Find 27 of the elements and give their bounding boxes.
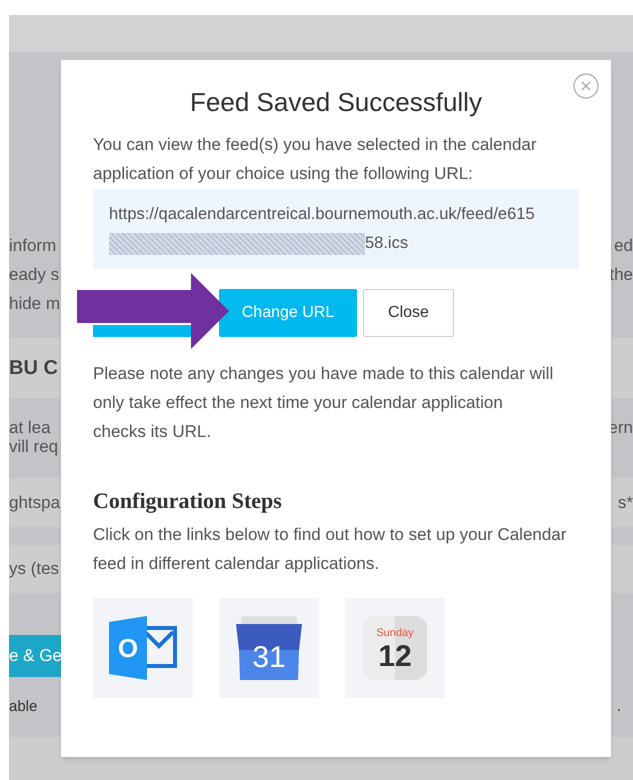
instructions-text: Click on the links below to find out how to set up your Calendar feed in different calendar applications. <box>93 524 568 575</box>
background-text: eady s <box>9 264 60 286</box>
background-text: ed <box>613 235 633 257</box>
url-text: https://qacalendarcentreical.bournemouth.ac.uk/feed/e615 <box>109 205 535 223</box>
save-button[interactable]: e & Ge <box>9 635 61 677</box>
app-link[interactable]: 31 <box>219 598 319 698</box>
background-text: s* <box>618 492 633 514</box>
dialog-title: Feed Saved Successfully <box>189 86 483 119</box>
background-text: at lea <box>9 418 52 437</box>
background-text: ys (tes <box>9 558 60 580</box>
section-heading: Configuration Steps <box>93 487 283 515</box>
background-text: able <box>9 696 38 717</box>
background-text: . <box>616 696 621 717</box>
background-text: ghtspa <box>9 492 60 514</box>
background-text: inform <box>9 235 58 257</box>
app-link[interactable]: Sunday 12 <box>345 598 445 698</box>
calendar-icon: Sunday 12 <box>363 616 427 680</box>
url-text: 58.ics <box>365 234 408 252</box>
app-link[interactable]: O <box>93 598 193 698</box>
intro-text: You can view the feed(s) you have selected in the calendar application of your choice using the following URL: <box>93 134 538 185</box>
note-text: Please note any changes you have made to this calendar will only take effect the next time your calendar application checks its URL. <box>93 363 554 443</box>
background-text: vill req <box>9 437 58 456</box>
close-button[interactable] <box>573 73 599 99</box>
background-text: hide m <box>9 293 60 315</box>
section-title: BU C <box>9 356 58 381</box>
dialog-button[interactable]: Close <box>363 289 454 337</box>
dialog-button[interactable]: Change URL <box>219 289 357 337</box>
